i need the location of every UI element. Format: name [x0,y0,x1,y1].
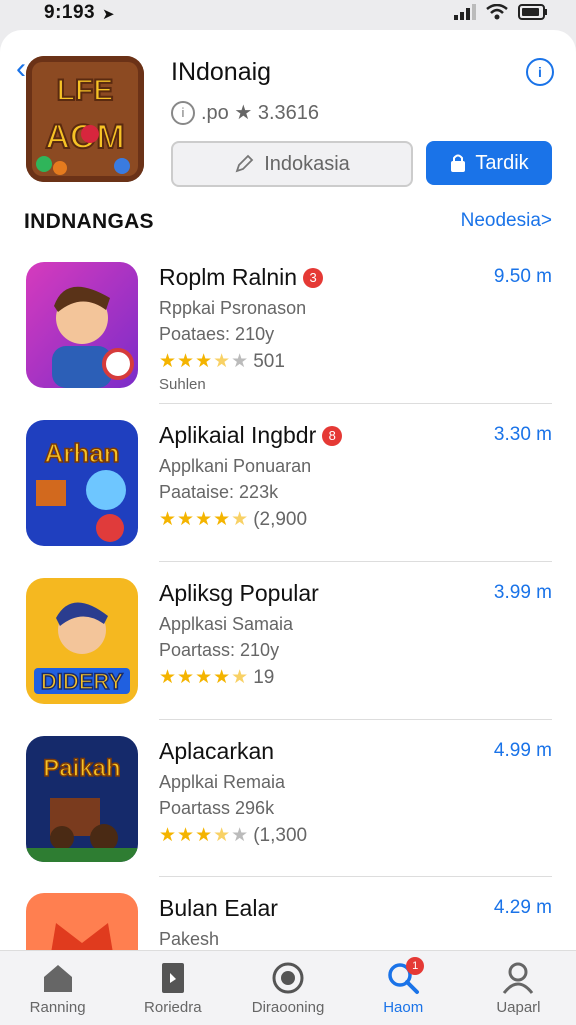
app-name: Aplacarkan [159,738,275,764]
tab-label: Haom [383,999,424,1016]
app-name: Roplm Ralnin [159,264,298,290]
logo-text-top: LFE [57,74,114,107]
app-icon: Paikah [26,736,138,862]
app-price[interactable]: 3.30 m [494,424,552,446]
rating-count: (2,900 [253,508,308,530]
tab-roriedra[interactable]: Roriedra [115,951,230,1025]
app-name: Bulan Ealar [159,895,278,921]
info-circle-icon: i [171,100,195,125]
app-icon [26,262,138,388]
tab-haom[interactable]: 1 Haom [346,951,461,1025]
app-subtitle: Applkasi Samaia [159,614,294,634]
app-subtitle: Pakesh [159,929,220,949]
star-rating: ★★★★★ [159,509,250,530]
app-sheet: ‹ LFE AOM INdonaig i i .po ★ 3.3616 Indo… [0,30,576,950]
back-chevron-icon[interactable]: ‹ [16,54,26,84]
logo-text: DIDERY [41,669,124,694]
list-item[interactable]: DIDERY Apliksg Popular 3.99 m Applkasi S… [0,578,576,728]
primary-button[interactable]: Tardik [426,141,552,185]
app-price[interactable]: 4.29 m [494,897,552,919]
person-icon [501,961,535,995]
app-release: Poartass: 210y [159,640,280,660]
tab-bar: Ranning Roriedra Diraooning 1 Haom Uapar… [0,950,576,1025]
rating-count: (1,300 [253,824,308,846]
wifi-icon [486,4,508,20]
divider [159,719,552,720]
logo-text: Arhan [44,438,119,468]
tab-diraooning[interactable]: Diraooning [230,951,345,1025]
tab-ranning[interactable]: Ranning [0,951,115,1025]
location-arrow-icon: ➤ [102,6,115,23]
pencil-icon [235,154,254,173]
app-price[interactable]: 3.99 m [494,582,552,604]
tab-uaparl[interactable]: Uaparl [461,951,576,1025]
tab-badge: 1 [406,957,425,975]
tab-label: Roriedra [144,999,202,1016]
rating-count: 501 [253,350,285,372]
list-item[interactable]: Roplm Ralnin 3 9.50 m Rppkai Psronason Po… [0,262,576,412]
info-icon[interactable]: i [526,58,554,86]
app-subtitle: Applkani Ponuaran [159,456,312,476]
tab-label: Uaparl [496,999,541,1016]
app-release: Poartass 296k [159,798,275,818]
globe-icon [271,961,305,995]
app-extra: Suhlen [159,376,206,393]
rating-count: 19 [253,666,275,688]
app-release: Poataes: 210y [159,324,275,344]
featured-app-icon[interactable]: LFE AOM [26,56,144,182]
see-all-link[interactable]: Neodesia> [461,210,552,232]
divider [159,876,552,877]
app-icon: DIDERY [26,578,138,704]
star-rating: ★★★★★ [159,825,250,846]
primary-button-label: Tardik [475,151,529,174]
status-bar: 9:193 ➤ [0,0,576,30]
app-subtitle: Rppkai Psronason [159,298,307,318]
app-subtitle: Applkai Remaia [159,772,286,792]
app-price[interactable]: 4.99 m [494,740,552,762]
list-item[interactable]: Bulan Ealar 4.29 m Pakesh [0,893,576,950]
divider [159,561,552,562]
featured-app-meta: .po ★ 3.3616 [201,102,320,124]
divider [159,403,552,404]
featured-app-title: INdonaig [171,58,272,86]
star-rating: ★★★★★ [159,351,250,372]
app-icon [26,893,138,950]
book-icon [156,961,190,995]
app-name: Aplikaial Ingbdr [159,422,317,448]
app-icon: Arhan [26,420,138,546]
logo-text: Paikah [43,755,120,782]
list-item[interactable]: Arhan Aplikaial Ingbdr 8 3.30 m Applkani … [0,420,576,570]
notification-badge: 3 [303,267,324,288]
list-item[interactable]: Paikah Aplacarkan 4.99 m Applkai Remaia … [0,736,576,886]
battery-icon [518,4,547,20]
secondary-button-label: Indokasia [264,152,350,175]
app-name: Apliksg Popular [159,580,319,606]
tab-label: Ranning [29,999,86,1016]
tab-label: Diraooning [251,999,325,1016]
notification-badge: 8 [322,425,343,446]
secondary-button[interactable]: Indokasia [171,141,413,187]
search-icon: 1 [386,957,425,995]
status-time: 9:193 [44,2,96,23]
star-rating: ★★★★★ [159,667,250,688]
home-icon [41,961,75,995]
lock-icon [451,154,466,172]
signal-icon [454,4,476,20]
app-release: Paataise: 223k [159,482,279,502]
section-title: INDNANGAS [24,210,154,233]
app-price[interactable]: 9.50 m [494,266,552,288]
